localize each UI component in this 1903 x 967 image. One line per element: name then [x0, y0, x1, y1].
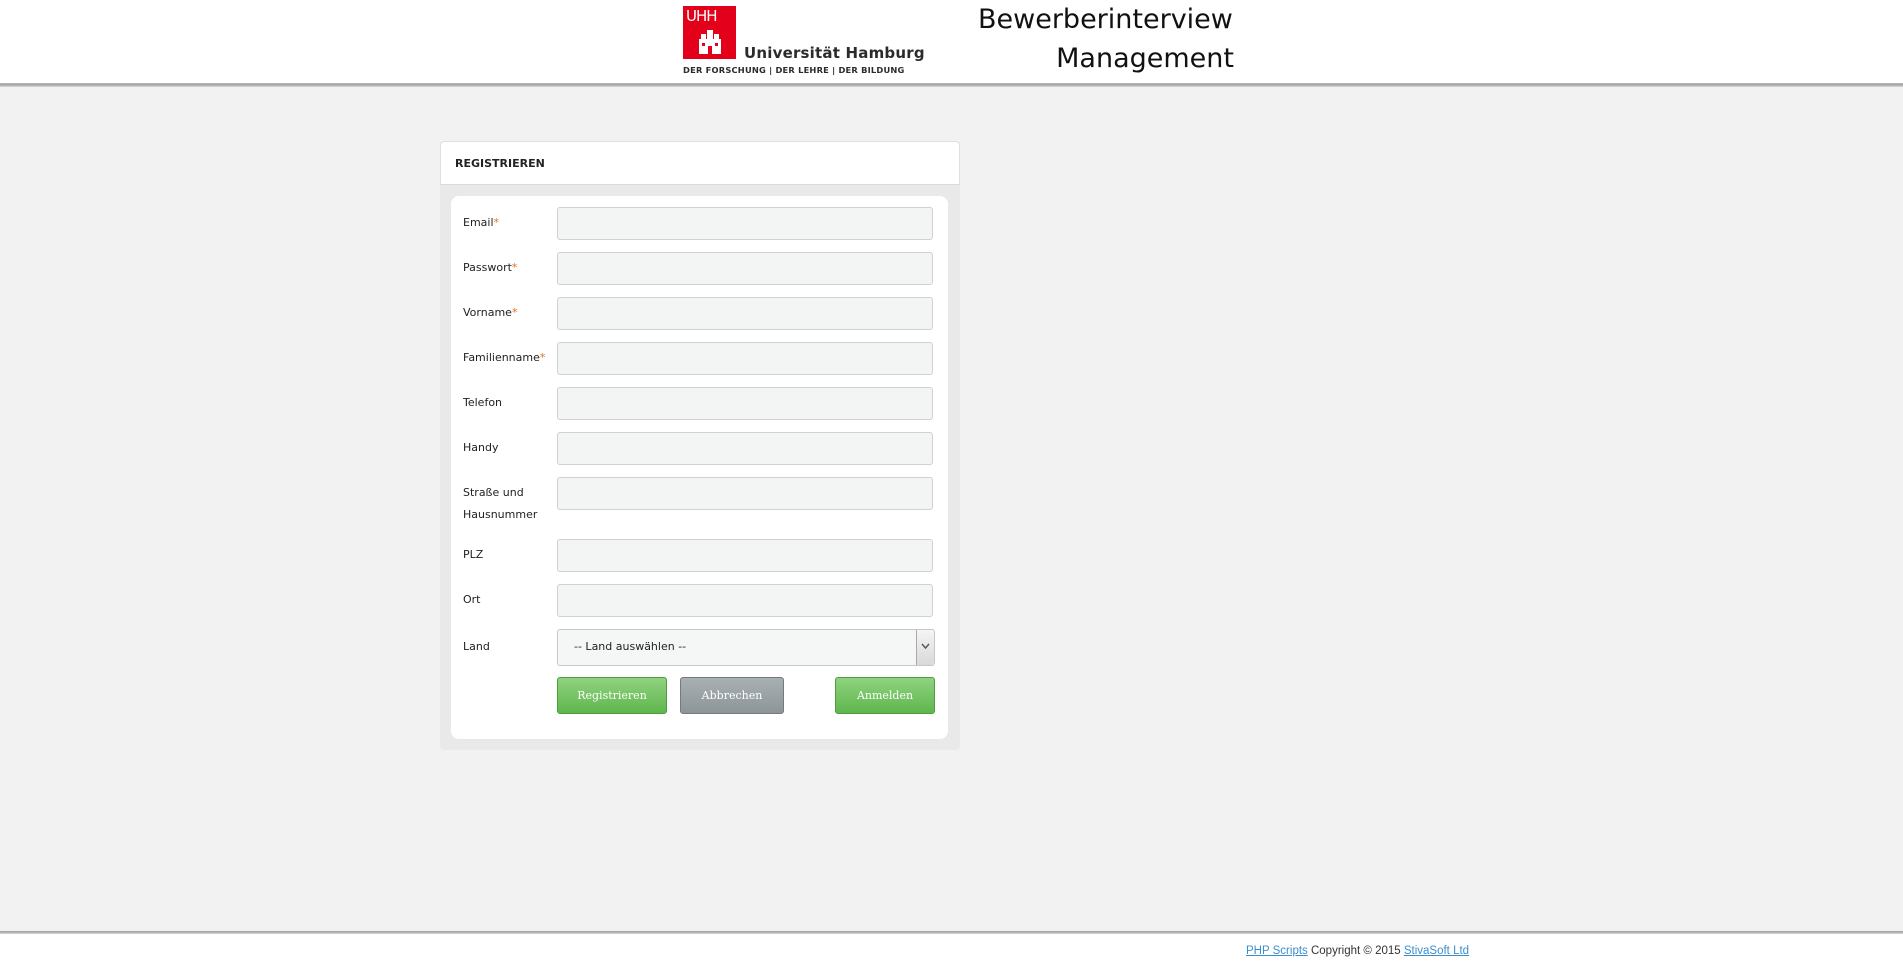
- zip-field[interactable]: [557, 539, 933, 572]
- mobile-field[interactable]: [557, 432, 933, 465]
- last-name-field[interactable]: [557, 342, 933, 375]
- logo-mark: UHH: [686, 7, 718, 25]
- phone-field[interactable]: [557, 387, 933, 420]
- email-field[interactable]: [557, 207, 933, 240]
- phone-label: Telefon: [463, 396, 503, 409]
- zip-label: PLZ: [463, 548, 484, 561]
- country-select-value: -- Land auswählen --: [574, 640, 687, 653]
- site-title-line1: Bewerberinterview: [978, 4, 1233, 35]
- cancel-button[interactable]: Abbrechen: [680, 677, 784, 714]
- register-button[interactable]: Registrieren: [557, 677, 667, 714]
- required-marker: *: [493, 216, 500, 229]
- password-label: Passwort*: [463, 261, 518, 274]
- city-field[interactable]: [557, 584, 933, 617]
- last-name-label: Familienname*: [463, 351, 546, 364]
- page-header: UHH Universität Hamburg DER FORSCHUNG | …: [0, 0, 1903, 84]
- country-select[interactable]: -- Land auswählen --: [557, 629, 935, 666]
- site-title-line2: Management: [1056, 43, 1234, 74]
- stivasoft-link[interactable]: StivaSoft Ltd: [1404, 945, 1469, 957]
- street-label: Straße und Hausnummer: [463, 486, 538, 521]
- registration-panel: REGISTRIEREN Email* Passwort* Vorname* F…: [440, 141, 960, 750]
- email-label: Email*: [463, 216, 500, 229]
- mobile-label: Handy: [463, 441, 499, 454]
- dropdown-button[interactable]: [916, 630, 934, 665]
- logo-name: Universität Hamburg: [744, 44, 925, 62]
- street-field[interactable]: [557, 477, 933, 510]
- footer-text: PHP Scripts Copyright © 2015 StivaSoft L…: [1246, 945, 1469, 957]
- city-label: Ort: [463, 593, 481, 606]
- required-marker: *: [511, 306, 518, 319]
- country-label: Land: [463, 640, 490, 653]
- panel-header: REGISTRIEREN: [440, 141, 960, 185]
- required-marker: *: [539, 351, 546, 364]
- registration-form: Email* Passwort* Vorname* Familienname* …: [451, 196, 948, 739]
- header-divider: [0, 84, 1903, 87]
- university-logo[interactable]: UHH Universität Hamburg DER FORSCHUNG | …: [683, 6, 925, 76]
- logo-emblem: UHH: [683, 6, 736, 59]
- panel-title: REGISTRIEREN: [455, 157, 545, 170]
- php-scripts-link[interactable]: PHP Scripts: [1246, 945, 1308, 957]
- site-title: Bewerberinterview Management: [978, 0, 1238, 78]
- castle-icon: [699, 30, 721, 54]
- first-name-field[interactable]: [557, 297, 933, 330]
- logo-tagline: DER FORSCHUNG | DER LEHRE | DER BILDUNG: [683, 65, 905, 75]
- login-button[interactable]: Anmelden: [835, 677, 935, 714]
- chevron-down-icon: [921, 643, 930, 650]
- page-footer: PHP Scripts Copyright © 2015 StivaSoft L…: [0, 934, 1903, 967]
- first-name-label: Vorname*: [463, 306, 518, 319]
- copyright-text: Copyright © 2015: [1310, 945, 1401, 957]
- required-marker: *: [511, 261, 518, 274]
- password-field[interactable]: [557, 252, 933, 285]
